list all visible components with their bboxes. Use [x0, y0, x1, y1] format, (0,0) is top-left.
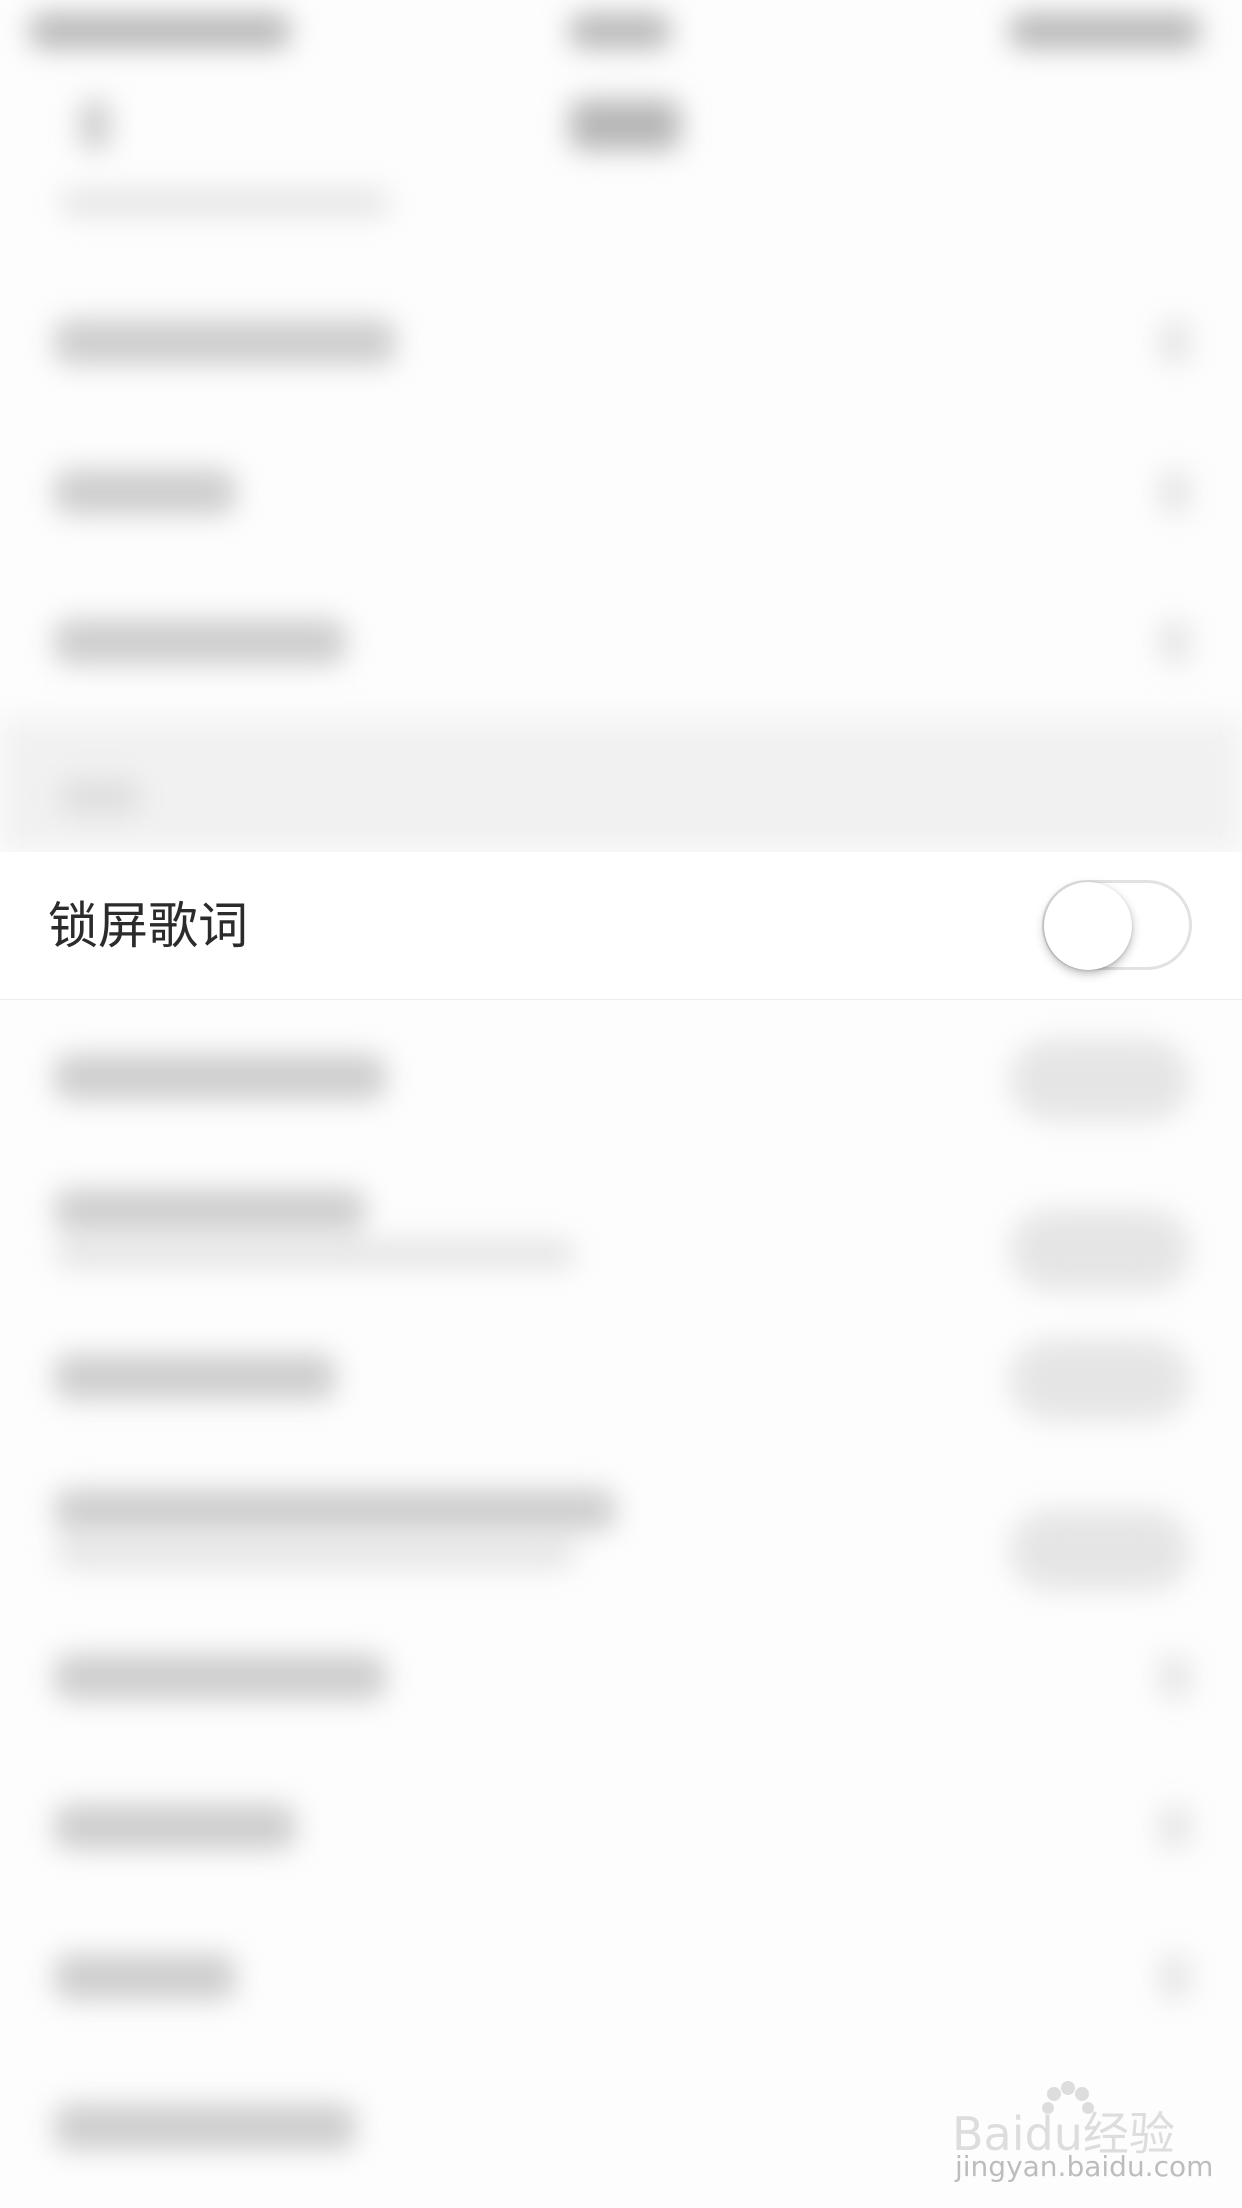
- setting-label-lock-screen-lyrics: 锁屏歌词: [48, 897, 248, 955]
- lock-screen-lyrics-toggle[interactable]: [1042, 880, 1192, 970]
- blurred-background: [0, 0, 1242, 2208]
- toggle-knob: [1044, 882, 1132, 970]
- settings-screen: 锁屏歌词 Baidu经验 jingyan.baidu.com: [0, 0, 1242, 2208]
- watermark-url: jingyan.baidu.com: [955, 2150, 1214, 2183]
- setting-row-lock-screen-lyrics: 锁屏歌词: [0, 852, 1242, 1000]
